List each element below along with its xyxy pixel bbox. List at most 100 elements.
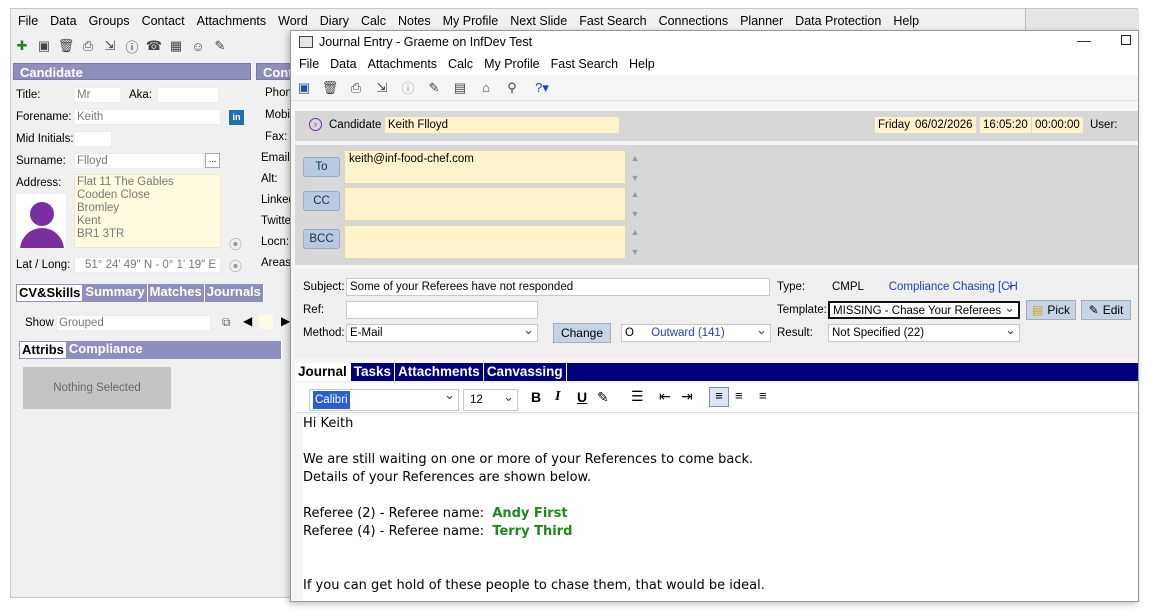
to-field[interactable]: keith@inf-food-chef.com [344, 150, 626, 184]
menu-my-profile[interactable]: My Profile [436, 11, 504, 31]
dlg-menu-attachments[interactable]: Attachments [363, 57, 443, 71]
menu-data[interactable]: Data [43, 11, 81, 31]
font-size-select[interactable]: 12 [463, 387, 518, 411]
menu-next-slide[interactable]: Next Slide [503, 11, 572, 31]
tab-compliance[interactable]: Compliance [66, 341, 282, 359]
method-select[interactable]: E-Mail [346, 322, 538, 342]
bcc-button[interactable]: BCC [303, 229, 340, 249]
menu-connections[interactable]: Connections [652, 11, 734, 31]
tab-attachments[interactable]: Attachments [395, 363, 484, 381]
tab-summary[interactable]: Summary [83, 284, 148, 302]
tab-journal[interactable]: Journal [295, 363, 351, 381]
underline-button[interactable]: U [577, 389, 587, 405]
address-field[interactable]: Flat 11 The Gables Cooden Close Bromley … [74, 174, 221, 248]
info-icon[interactable]: ⓘ [123, 37, 141, 55]
menu-help[interactable]: Help [886, 11, 924, 31]
highlight-icon[interactable]: ✎ [597, 389, 609, 406]
dlg-menu-help[interactable]: Help [624, 57, 661, 71]
help-icon[interactable]: ?▾ [529, 79, 555, 97]
italic-button[interactable]: I [555, 389, 560, 405]
subject-field[interactable]: Some of your Referees have not responded [346, 278, 770, 296]
cc-scrollbar[interactable]: ▲ ▼ [628, 189, 642, 219]
font-select[interactable]: Calibri [309, 387, 459, 411]
delete-icon[interactable]: 🗑 [321, 79, 339, 97]
direction-select[interactable]: O Outward (141) [621, 322, 771, 342]
journal-body-editor[interactable]: Hi Keith We are still waiting on one or … [303, 415, 1138, 601]
tab-cv-skills[interactable]: CV&Skills [16, 284, 84, 302]
attach-icon[interactable]: ✎ [425, 79, 443, 97]
dlg-menu-data[interactable]: Data [325, 57, 362, 71]
bullets-icon[interactable]: ☰ [631, 388, 644, 405]
surname-lookup-button[interactable]: ... [205, 153, 220, 168]
show-select[interactable]: Grouped [56, 315, 211, 331]
dlg-menu-my-profile[interactable]: My Profile [479, 57, 546, 71]
info-icon[interactable]: ⓘ [399, 79, 417, 97]
mid-initials-field[interactable] [74, 131, 112, 147]
delete-icon[interactable]: 🗑 [57, 37, 75, 55]
type-select[interactable]: CMPL Compliance Chasing [CH [828, 276, 1020, 296]
person-icon[interactable]: ☺ [189, 37, 207, 55]
menu-attachments[interactable]: Attachments [190, 11, 271, 31]
align-center-icon[interactable]: ≡ [735, 388, 743, 403]
phone-icon[interactable]: ☎ [145, 37, 163, 55]
bold-button[interactable]: B [531, 389, 541, 405]
edit-button[interactable]: ✎ Edit [1081, 300, 1131, 320]
candidate-value[interactable]: Keith Flloyd [385, 117, 619, 133]
maximize-button[interactable] [1121, 35, 1131, 45]
menu-data-protection[interactable]: Data Protection [788, 11, 886, 31]
tab-canvassing[interactable]: Canvassing [484, 363, 567, 381]
print-icon[interactable]: ⎙ [79, 37, 97, 55]
title-select[interactable]: Mr [74, 87, 121, 103]
cc-field[interactable] [344, 187, 626, 221]
export-icon[interactable]: ⇲ [101, 37, 119, 55]
menu-file[interactable]: File [11, 11, 43, 31]
save-icon[interactable]: ▣ [35, 37, 53, 55]
bcc-scrollbar[interactable]: ▲ ▼ [628, 227, 642, 257]
outdent-icon[interactable]: ⇤ [659, 388, 671, 405]
menu-notes[interactable]: Notes [391, 11, 436, 31]
tab-matches[interactable]: Matches [147, 284, 205, 302]
menu-planner[interactable]: Planner [733, 11, 788, 31]
change-button[interactable]: Change [553, 323, 611, 343]
latlong-field[interactable]: 51° 24' 49" N - 0° 1' 19" E [74, 257, 221, 273]
menu-contact[interactable]: Contact [135, 11, 190, 31]
date-field[interactable]: 06/02/2026 [912, 117, 976, 133]
menu-groups[interactable]: Groups [82, 11, 135, 31]
menu-calc[interactable]: Calc [354, 11, 391, 31]
new-icon[interactable]: ✚ [13, 37, 31, 55]
dlg-menu-calc[interactable]: Calc [443, 57, 479, 71]
ref-field[interactable] [346, 301, 538, 319]
export-icon[interactable]: ⇲ [373, 79, 391, 97]
time-field[interactable]: 16:05:20 [980, 117, 1031, 133]
indent-icon[interactable]: ⇥ [681, 388, 693, 405]
print-icon[interactable]: ⎙ [347, 79, 365, 97]
result-select[interactable]: Not Specified (22) [828, 322, 1020, 342]
nav-prev-icon[interactable]: ◀ [243, 314, 252, 328]
dlg-menu-file[interactable]: File [294, 57, 325, 71]
duration-field[interactable]: 00:00:00 [1032, 117, 1083, 133]
dlg-menu-fast-search[interactable]: Fast Search [546, 57, 624, 71]
bcc-field[interactable] [344, 225, 626, 259]
template-select[interactable]: MISSING - Chase Your Referees [828, 300, 1020, 319]
menu-word[interactable]: Word [271, 11, 313, 31]
minimize-button[interactable]: — [1077, 32, 1091, 48]
paperclip-icon[interactable]: ✎ [211, 37, 229, 55]
align-left-icon[interactable]: ≡ [709, 387, 729, 407]
tab-attribs[interactable]: Attribs [19, 341, 67, 359]
surname-field[interactable]: Flloyd [74, 153, 204, 169]
filter-icon[interactable]: ⧉ [222, 315, 231, 330]
tab-journals[interactable]: Journals [204, 284, 264, 302]
save-icon[interactable]: ▣ [295, 79, 313, 97]
cc-button[interactable]: CC [303, 191, 340, 211]
calculator-icon[interactable]: ▤ [451, 79, 469, 97]
align-right-icon[interactable]: ≡ [759, 388, 767, 403]
chevron-right-icon[interactable]: › [309, 118, 322, 131]
nav-next-icon[interactable]: ▶ [281, 314, 290, 328]
map-pin-icon[interactable]: ⦿ [229, 256, 242, 275]
map-pin-icon[interactable]: ⦿ [229, 234, 242, 253]
tab-tasks[interactable]: Tasks [351, 363, 396, 381]
to-button[interactable]: To [303, 157, 340, 177]
search-icon[interactable]: ⚲ [503, 79, 521, 97]
pick-button[interactable]: ▤ Pick [1026, 300, 1076, 320]
home-icon[interactable]: ⌂ [477, 79, 495, 97]
